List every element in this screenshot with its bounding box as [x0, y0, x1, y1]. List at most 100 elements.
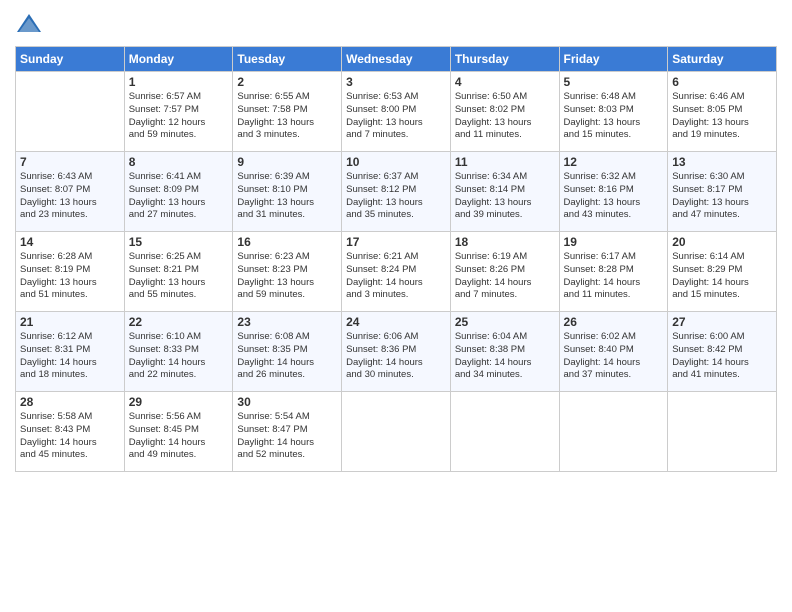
day-number: 18 [455, 235, 555, 249]
calendar-cell: 13Sunrise: 6:30 AM Sunset: 8:17 PM Dayli… [668, 152, 777, 232]
day-number: 14 [20, 235, 120, 249]
day-number: 8 [129, 155, 229, 169]
calendar-cell: 25 Sunrise: 6:04 AM Sunset: 8:38 PM Dayli… [450, 312, 559, 392]
day-number: 21 [20, 315, 120, 329]
calendar-week-3: 14 Sunrise: 6:28 AM Sunset: 8:19 PM Dayli… [16, 232, 777, 312]
day-info: Sunrise: 6:21 AM Sunset: 8:24 PM Dayligh… [346, 251, 446, 302]
calendar-cell: 10Sunrise: 6:37 AM Sunset: 8:12 PM Dayli… [342, 152, 451, 232]
calendar-cell: 16Sunrise: 6:23 AM Sunset: 8:23 PM Dayli… [233, 232, 342, 312]
day-number: 6 [672, 75, 772, 89]
calendar-cell: 18 Sunrise: 6:19 AM Sunset: 8:26 PM Dayli… [450, 232, 559, 312]
calendar-week-5: 28 Sunrise: 5:58 AM Sunset: 8:43 PM Dayli… [16, 392, 777, 472]
day-info: Sunrise: 6:53 AM Sunset: 8:00 PM Dayligh… [346, 91, 446, 142]
day-header-friday: Friday [559, 47, 668, 72]
calendar-week-2: 7 Sunrise: 6:43 AM Sunset: 8:07 PM Daylig… [16, 152, 777, 232]
day-number: 7 [20, 155, 120, 169]
day-info: Sunrise: 6:12 AM Sunset: 8:31 PM Dayligh… [20, 331, 120, 382]
day-number: 29 [129, 395, 229, 409]
day-number: 2 [237, 75, 337, 89]
day-number: 16 [237, 235, 337, 249]
calendar-cell: 3Sunrise: 6:53 AM Sunset: 8:00 PM Daylig… [342, 72, 451, 152]
day-info: Sunrise: 6:14 AM Sunset: 8:29 PM Dayligh… [672, 251, 772, 302]
day-info: Sunrise: 6:28 AM Sunset: 8:19 PM Dayligh… [20, 251, 120, 302]
day-info: Sunrise: 6:25 AM Sunset: 8:21 PM Dayligh… [129, 251, 229, 302]
calendar-cell: 22 Sunrise: 6:10 AM Sunset: 8:33 PM Dayli… [124, 312, 233, 392]
calendar-cell [559, 392, 668, 472]
day-info: Sunrise: 6:48 AM Sunset: 8:03 PM Dayligh… [564, 91, 664, 142]
day-number: 20 [672, 235, 772, 249]
day-number: 26 [564, 315, 664, 329]
day-number: 28 [20, 395, 120, 409]
calendar-cell: 2 Sunrise: 6:55 AM Sunset: 7:58 PM Daylig… [233, 72, 342, 152]
day-number: 13 [672, 155, 772, 169]
calendar-cell: 15 Sunrise: 6:25 AM Sunset: 8:21 PM Dayli… [124, 232, 233, 312]
day-number: 22 [129, 315, 229, 329]
day-info: Sunrise: 6:32 AM Sunset: 8:16 PM Dayligh… [564, 171, 664, 222]
day-info: Sunrise: 6:39 AM Sunset: 8:10 PM Dayligh… [237, 171, 337, 222]
day-info: Sunrise: 6:34 AM Sunset: 8:14 PM Dayligh… [455, 171, 555, 222]
calendar-cell: 11 Sunrise: 6:34 AM Sunset: 8:14 PM Dayli… [450, 152, 559, 232]
day-info: Sunrise: 6:55 AM Sunset: 7:58 PM Dayligh… [237, 91, 337, 142]
calendar-cell: 30 Sunrise: 5:54 AM Sunset: 8:47 PM Dayli… [233, 392, 342, 472]
day-info: Sunrise: 6:02 AM Sunset: 8:40 PM Dayligh… [564, 331, 664, 382]
day-header-tuesday: Tuesday [233, 47, 342, 72]
calendar-week-4: 21 Sunrise: 6:12 AM Sunset: 8:31 PM Dayli… [16, 312, 777, 392]
calendar-cell: 7 Sunrise: 6:43 AM Sunset: 8:07 PM Daylig… [16, 152, 125, 232]
day-header-saturday: Saturday [668, 47, 777, 72]
calendar-cell: 8 Sunrise: 6:41 AM Sunset: 8:09 PM Daylig… [124, 152, 233, 232]
day-info: Sunrise: 6:50 AM Sunset: 8:02 PM Dayligh… [455, 91, 555, 142]
day-number: 4 [455, 75, 555, 89]
calendar-cell: 1Sunrise: 6:57 AM Sunset: 7:57 PM Daylig… [124, 72, 233, 152]
calendar-page: SundayMondayTuesdayWednesdayThursdayFrid… [0, 0, 792, 612]
calendar-cell: 26 Sunrise: 6:02 AM Sunset: 8:40 PM Dayli… [559, 312, 668, 392]
day-number: 25 [455, 315, 555, 329]
calendar-cell [668, 392, 777, 472]
day-number: 12 [564, 155, 664, 169]
day-info: Sunrise: 6:37 AM Sunset: 8:12 PM Dayligh… [346, 171, 446, 222]
calendar-cell: 6 Sunrise: 6:46 AM Sunset: 8:05 PM Daylig… [668, 72, 777, 152]
calendar-cell: 23Sunrise: 6:08 AM Sunset: 8:35 PM Dayli… [233, 312, 342, 392]
day-info: Sunrise: 6:04 AM Sunset: 8:38 PM Dayligh… [455, 331, 555, 382]
day-info: Sunrise: 6:08 AM Sunset: 8:35 PM Dayligh… [237, 331, 337, 382]
day-info: Sunrise: 6:19 AM Sunset: 8:26 PM Dayligh… [455, 251, 555, 302]
day-info: Sunrise: 6:46 AM Sunset: 8:05 PM Dayligh… [672, 91, 772, 142]
day-info: Sunrise: 5:58 AM Sunset: 8:43 PM Dayligh… [20, 411, 120, 462]
calendar-cell: 20 Sunrise: 6:14 AM Sunset: 8:29 PM Dayli… [668, 232, 777, 312]
calendar-cell: 9 Sunrise: 6:39 AM Sunset: 8:10 PM Daylig… [233, 152, 342, 232]
day-header-sunday: Sunday [16, 47, 125, 72]
day-info: Sunrise: 6:41 AM Sunset: 8:09 PM Dayligh… [129, 171, 229, 222]
day-number: 9 [237, 155, 337, 169]
header [15, 10, 777, 38]
day-header-wednesday: Wednesday [342, 47, 451, 72]
day-number: 1 [129, 75, 229, 89]
calendar-cell: 19Sunrise: 6:17 AM Sunset: 8:28 PM Dayli… [559, 232, 668, 312]
day-number: 15 [129, 235, 229, 249]
calendar-cell: 4 Sunrise: 6:50 AM Sunset: 8:02 PM Daylig… [450, 72, 559, 152]
calendar-cell: 27 Sunrise: 6:00 AM Sunset: 8:42 PM Dayli… [668, 312, 777, 392]
calendar-cell: 17Sunrise: 6:21 AM Sunset: 8:24 PM Dayli… [342, 232, 451, 312]
day-number: 19 [564, 235, 664, 249]
day-header-monday: Monday [124, 47, 233, 72]
day-number: 30 [237, 395, 337, 409]
day-number: 11 [455, 155, 555, 169]
day-info: Sunrise: 5:54 AM Sunset: 8:47 PM Dayligh… [237, 411, 337, 462]
calendar-cell: 12 Sunrise: 6:32 AM Sunset: 8:16 PM Dayli… [559, 152, 668, 232]
day-number: 27 [672, 315, 772, 329]
calendar-header-row: SundayMondayTuesdayWednesdayThursdayFrid… [16, 47, 777, 72]
calendar-cell [342, 392, 451, 472]
calendar-cell [450, 392, 559, 472]
calendar-cell: 21 Sunrise: 6:12 AM Sunset: 8:31 PM Dayli… [16, 312, 125, 392]
calendar-week-1: 1Sunrise: 6:57 AM Sunset: 7:57 PM Daylig… [16, 72, 777, 152]
day-info: Sunrise: 6:10 AM Sunset: 8:33 PM Dayligh… [129, 331, 229, 382]
logo [15, 10, 47, 38]
calendar-cell: 14 Sunrise: 6:28 AM Sunset: 8:19 PM Dayli… [16, 232, 125, 312]
day-info: Sunrise: 5:56 AM Sunset: 8:45 PM Dayligh… [129, 411, 229, 462]
calendar-cell: 28 Sunrise: 5:58 AM Sunset: 8:43 PM Dayli… [16, 392, 125, 472]
calendar-cell: 24Sunrise: 6:06 AM Sunset: 8:36 PM Dayli… [342, 312, 451, 392]
day-header-thursday: Thursday [450, 47, 559, 72]
day-info: Sunrise: 6:43 AM Sunset: 8:07 PM Dayligh… [20, 171, 120, 222]
calendar-table: SundayMondayTuesdayWednesdayThursdayFrid… [15, 46, 777, 472]
logo-icon [15, 10, 43, 38]
day-info: Sunrise: 6:00 AM Sunset: 8:42 PM Dayligh… [672, 331, 772, 382]
day-number: 5 [564, 75, 664, 89]
